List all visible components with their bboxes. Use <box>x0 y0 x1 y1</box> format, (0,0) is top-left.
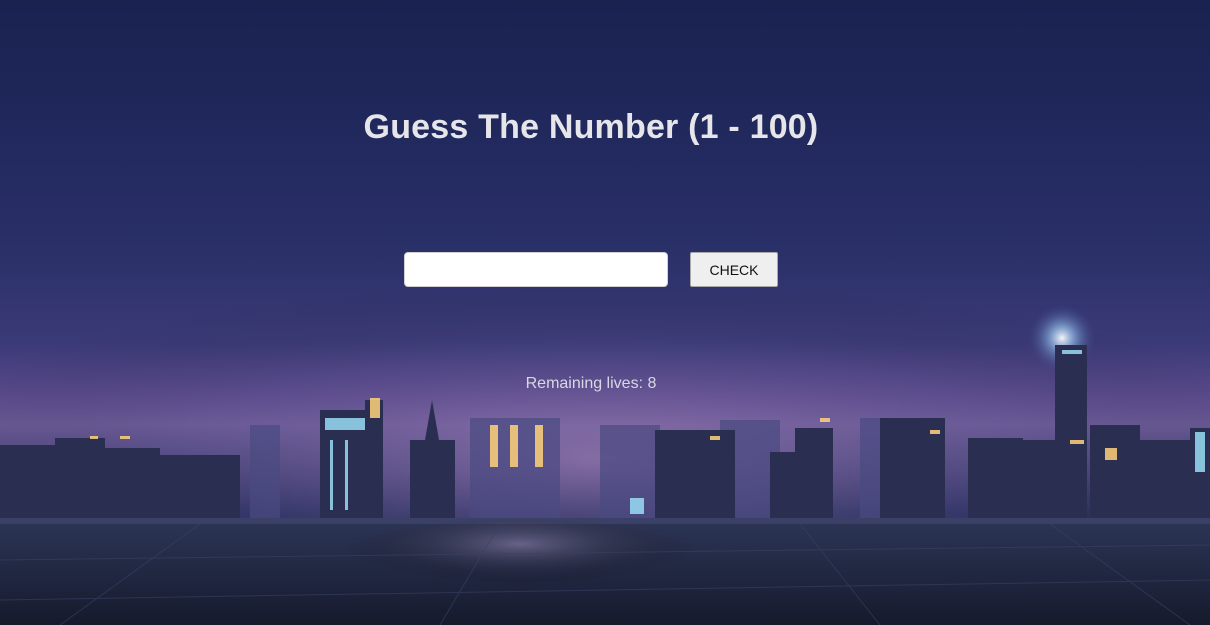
check-button[interactable]: CHECK <box>690 252 778 287</box>
game-page: Guess The Number (1 - 100) CHECK Remaini… <box>0 0 1210 625</box>
page-title: Guess The Number (1 - 100) <box>363 108 819 146</box>
remaining-lives-text: Remaining lives: 8 <box>525 375 657 392</box>
guess-input[interactable] <box>404 252 668 287</box>
game-panel: Guess The Number (1 - 100) CHECK Remaini… <box>0 0 1210 625</box>
